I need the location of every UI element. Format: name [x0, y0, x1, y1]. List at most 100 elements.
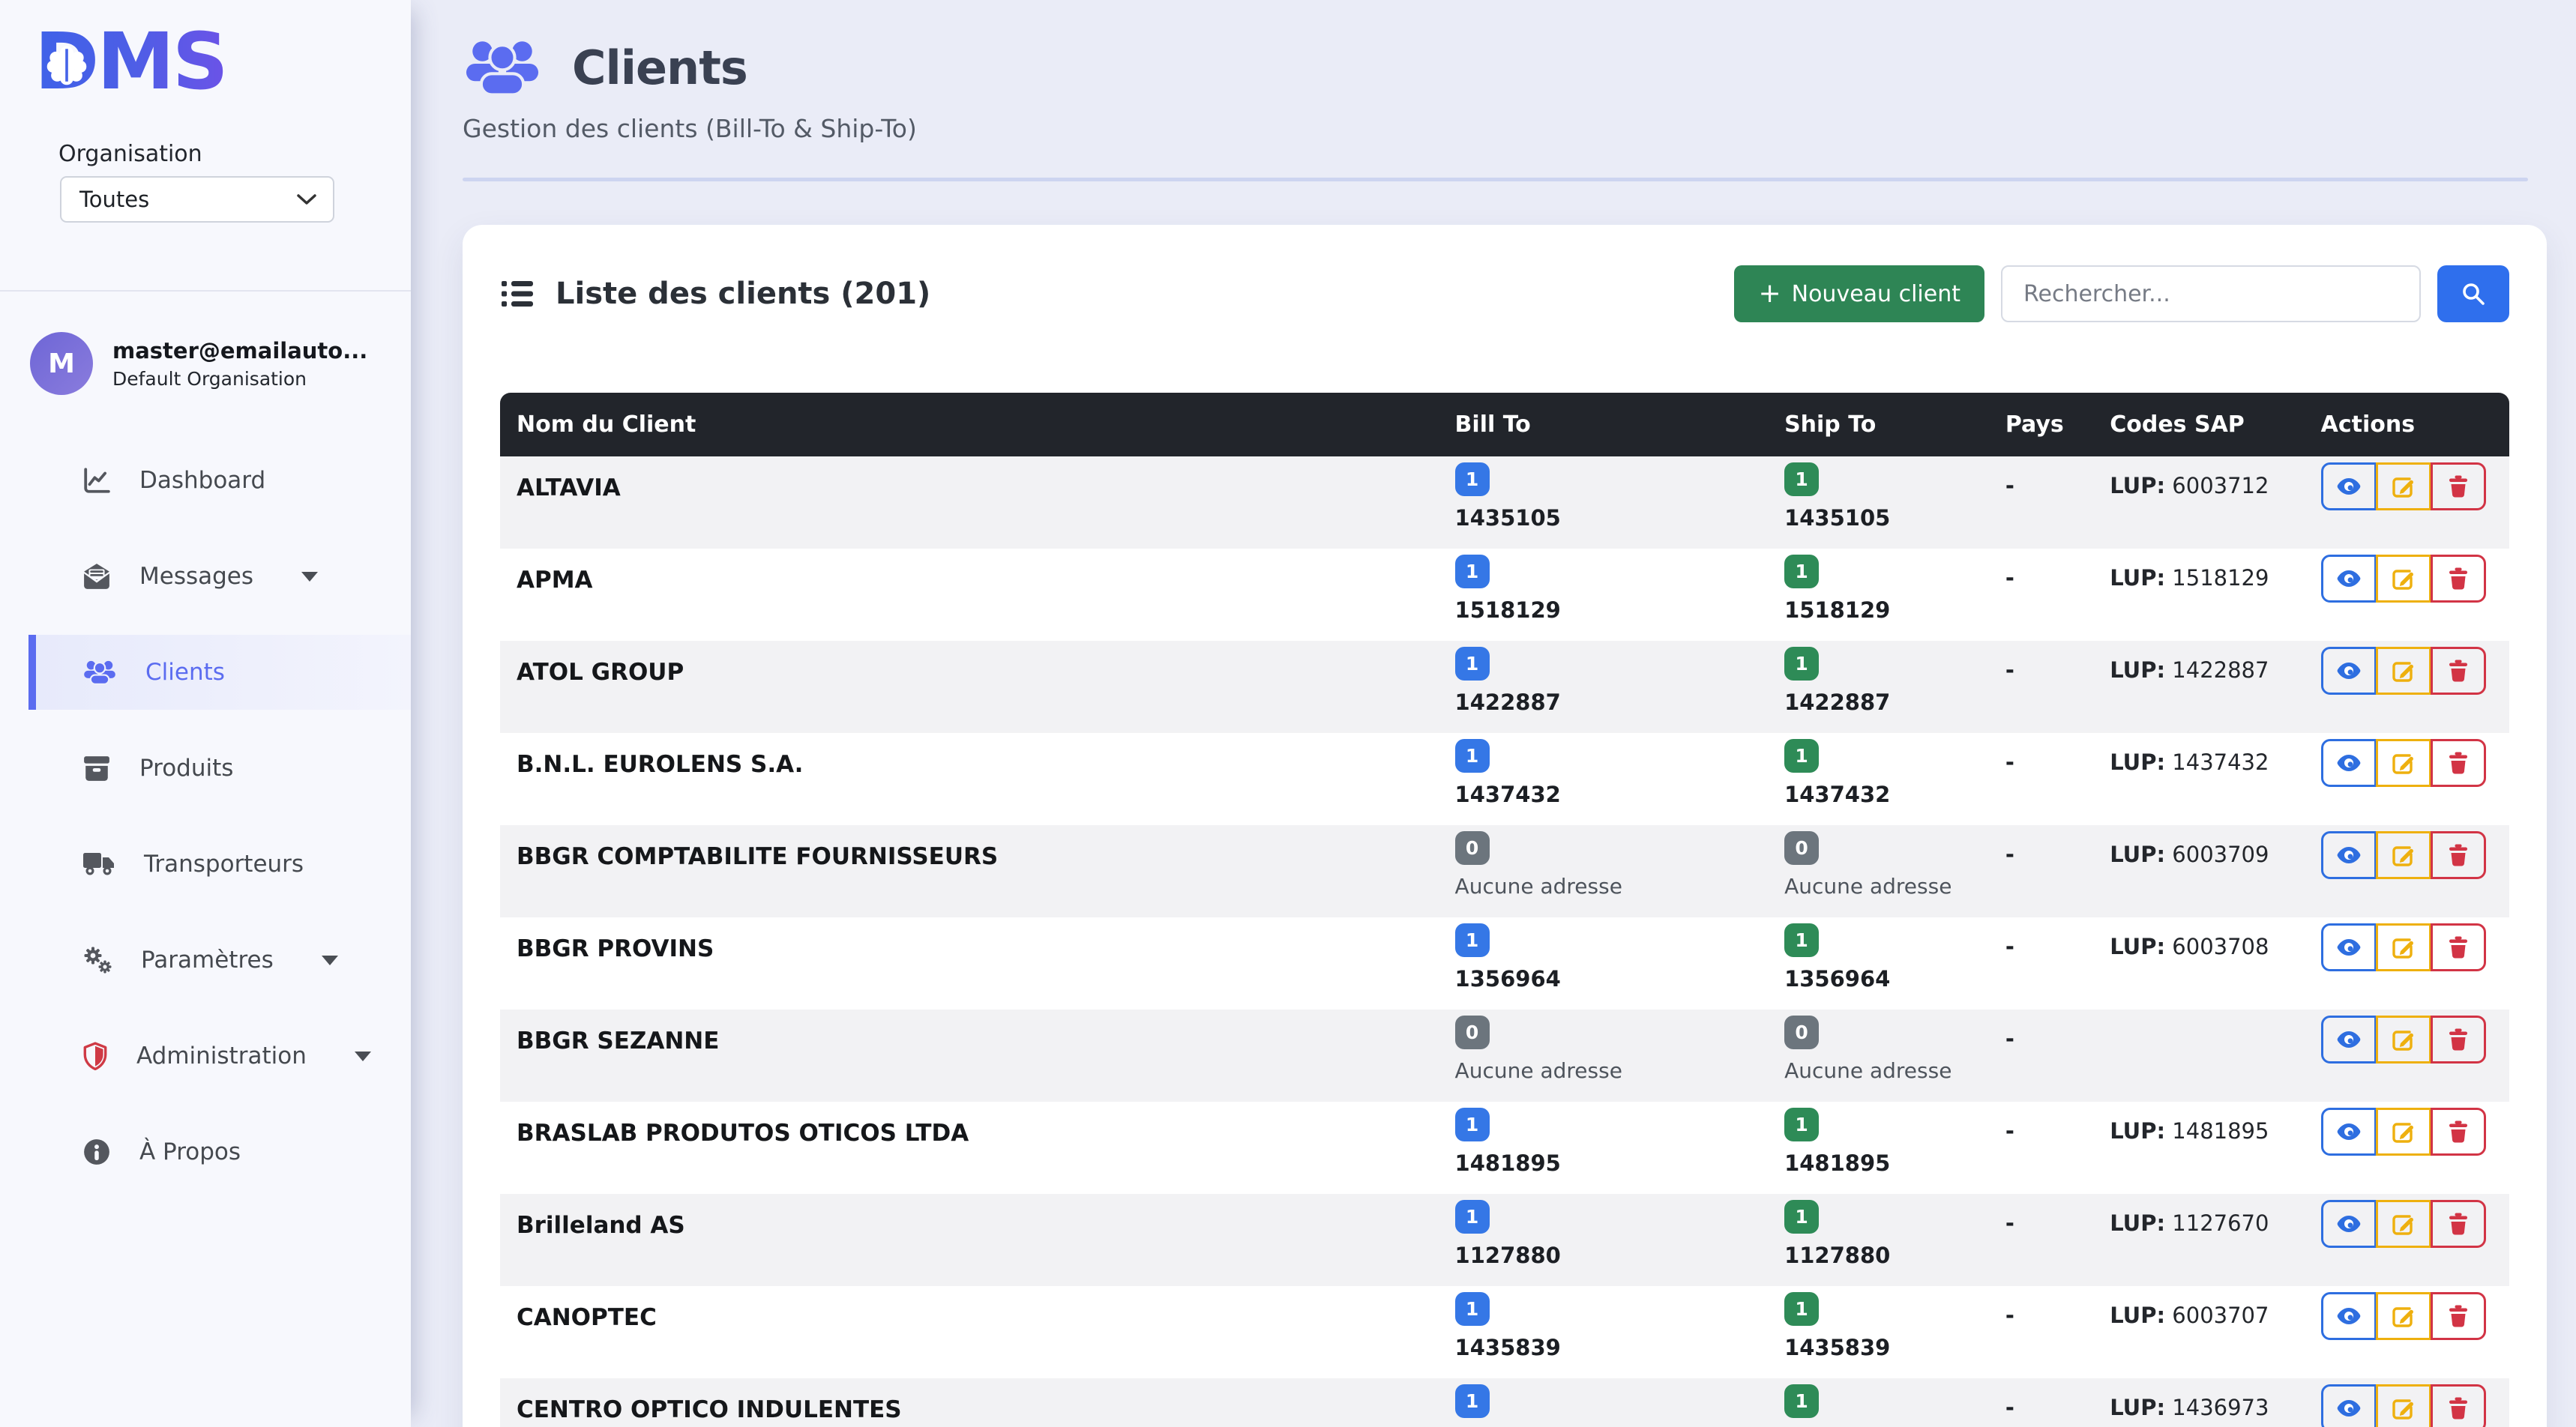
edit-button[interactable] [2376, 1200, 2431, 1248]
edit-button[interactable] [2376, 831, 2431, 879]
ship-to-value: Aucune adresse [1784, 874, 1972, 899]
sidebar: DMS Organisation Toutes M master@emailau… [0, 0, 411, 1427]
sidebar-item-a-propos[interactable]: À Propos [28, 1114, 411, 1189]
view-button[interactable] [2321, 831, 2377, 879]
edit-button[interactable] [2376, 923, 2431, 971]
edit-button[interactable] [2376, 1108, 2431, 1156]
user-email: master@emailauto... [112, 337, 367, 364]
sidebar-item-dashboard[interactable]: Dashboard [28, 443, 411, 518]
pen-square-icon [2392, 1120, 2416, 1144]
sidebar-item-label: Messages [139, 563, 253, 590]
view-button[interactable] [2321, 1016, 2377, 1064]
eye-icon [2336, 660, 2362, 682]
view-button[interactable] [2321, 923, 2377, 971]
page-header: Clients [463, 37, 2547, 97]
sidebar-item-administration[interactable]: Administration [28, 1019, 411, 1093]
delete-button[interactable] [2431, 647, 2486, 695]
delete-button[interactable] [2431, 739, 2486, 787]
eye-icon [2336, 1120, 2362, 1143]
delete-button[interactable] [2431, 1016, 2486, 1064]
bill-to-value: 1356964 [1455, 966, 1752, 992]
eye-icon [2336, 936, 2362, 959]
bill-to-value: 1481895 [1455, 1150, 1752, 1176]
delete-button[interactable] [2431, 923, 2486, 971]
view-button[interactable] [2321, 1384, 2377, 1427]
country-value: - [2005, 1118, 2014, 1144]
edit-button[interactable] [2376, 1016, 2431, 1064]
users-icon [463, 37, 542, 97]
view-button[interactable] [2321, 1108, 2377, 1156]
caret-down-icon [355, 1052, 371, 1061]
sidebar-item-parametres[interactable]: Paramètres [28, 923, 411, 998]
row-actions [2321, 647, 2486, 695]
bill-to-count-badge: 1 [1455, 739, 1490, 773]
row-actions [2321, 1384, 2486, 1427]
ship-to-count-badge: 1 [1784, 739, 1819, 773]
page-title: Clients [572, 40, 747, 95]
delete-button[interactable] [2431, 1200, 2486, 1248]
row-actions [2321, 923, 2486, 971]
trash-icon [2447, 751, 2470, 775]
sap-codes: LUP: 6003707 [2110, 1303, 2287, 1328]
ship-to-count-badge: 1 [1784, 647, 1819, 681]
sap-code-value: 1437432 [2172, 749, 2269, 775]
panel-header: Liste des clients (201) + Nouveau client [500, 265, 2509, 322]
table-row: CANOPTEC 1 1435839 1 1435839 - [500, 1286, 2509, 1378]
sap-code-label: LUP: [2110, 842, 2165, 867]
sap-codes: LUP: 1436973 [2110, 1395, 2287, 1420]
edit-button[interactable] [2376, 647, 2431, 695]
ship-to-value: 1422887 [1784, 690, 1972, 715]
delete-button[interactable] [2431, 831, 2486, 879]
sidebar-item-transporteurs[interactable]: Transporteurs [28, 827, 411, 902]
view-button[interactable] [2321, 462, 2377, 510]
delete-button[interactable] [2431, 1292, 2486, 1340]
sap-code-value: 6003709 [2172, 842, 2269, 867]
pen-square-icon [2392, 935, 2416, 959]
edit-button[interactable] [2376, 1292, 2431, 1340]
pen-square-icon [2392, 1028, 2416, 1052]
delete-button[interactable] [2431, 1384, 2486, 1427]
clients-panel: Liste des clients (201) + Nouveau client [463, 225, 2547, 1427]
sidebar-item-messages[interactable]: Messages [28, 539, 411, 614]
user-organisation: Default Organisation [112, 368, 367, 390]
sidebar-item-produits[interactable]: Produits [28, 731, 411, 806]
sidebar-item-clients[interactable]: Clients [28, 635, 411, 710]
ship-to-value: 1481895 [1784, 1150, 1972, 1176]
bill-to-value: 1435839 [1455, 1335, 1752, 1360]
row-actions [2321, 831, 2486, 879]
country-value: - [2005, 749, 2014, 775]
view-button[interactable] [2321, 1292, 2377, 1340]
view-button[interactable] [2321, 647, 2377, 695]
sidebar-item-label: Administration [136, 1043, 307, 1070]
search-input[interactable] [2001, 265, 2421, 322]
search-button[interactable] [2437, 265, 2509, 322]
edit-button[interactable] [2376, 739, 2431, 787]
delete-button[interactable] [2431, 555, 2486, 603]
bill-to-value: 1435105 [1455, 505, 1752, 531]
new-client-button[interactable]: + Nouveau client [1734, 265, 1984, 322]
trash-icon [2447, 659, 2470, 683]
delete-button[interactable] [2431, 462, 2486, 510]
sap-code-label: LUP: [2110, 1118, 2165, 1144]
eye-icon [2336, 1213, 2362, 1235]
ship-to-value: 1127880 [1784, 1243, 1972, 1268]
table-row: ALTAVIA 1 1435105 1 1435105 - [500, 456, 2509, 549]
edit-button[interactable] [2376, 1384, 2431, 1427]
country-value: - [2005, 1303, 2014, 1328]
pen-square-icon [2392, 567, 2416, 591]
edit-button[interactable] [2376, 462, 2431, 510]
bill-to-value: Aucune adresse [1455, 874, 1752, 899]
ship-to-value: Aucune adresse [1784, 1058, 1972, 1083]
client-name: BBGR PROVINS [517, 935, 714, 962]
delete-button[interactable] [2431, 1108, 2486, 1156]
sap-codes: LUP: 1422887 [2110, 657, 2287, 683]
sap-code-label: LUP: [2110, 473, 2165, 498]
view-button[interactable] [2321, 739, 2377, 787]
edit-button[interactable] [2376, 555, 2431, 603]
organisation-select[interactable]: Toutes [60, 176, 334, 223]
view-button[interactable] [2321, 1200, 2377, 1248]
client-name: CANOPTEC [517, 1304, 657, 1331]
view-button[interactable] [2321, 555, 2377, 603]
col-pays: Pays [1989, 393, 2093, 456]
eye-icon [2336, 1305, 2362, 1327]
